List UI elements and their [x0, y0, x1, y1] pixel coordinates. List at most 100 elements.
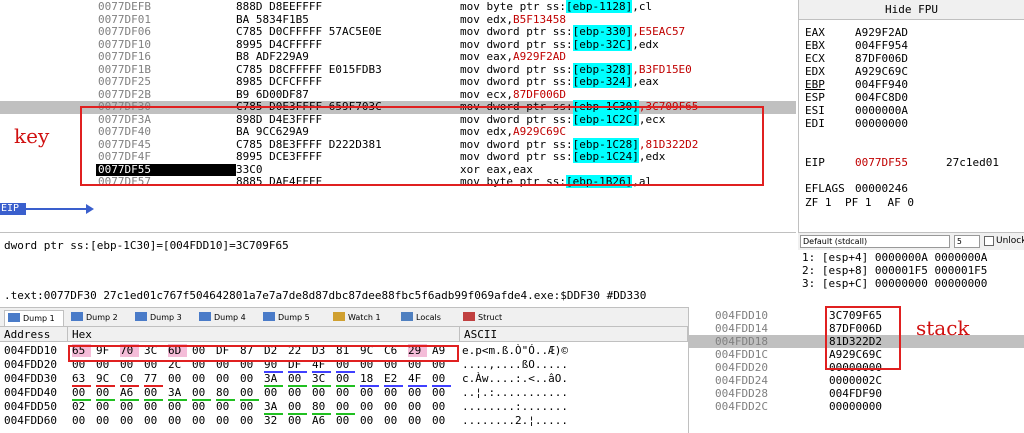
dump-byte[interactable]: 00	[120, 400, 139, 413]
dump-byte[interactable]: 00	[336, 400, 355, 415]
dump-row[interactable]: 004FDD30 63 9C C0 77 00 00 00 00 3A 00 3C 00 18 E2 4F 00…	[0, 372, 688, 387]
dump-byte[interactable]: A6	[120, 386, 139, 401]
dump-byte[interactable]: 00	[264, 386, 283, 399]
tab-dump-8[interactable]: Struct	[460, 310, 510, 326]
tab-dump-1[interactable]: Dump 1	[4, 310, 64, 326]
register-row[interactable]: EBX 004FF954	[805, 39, 908, 52]
stack-row[interactable]: 004FDD2C 00000000	[689, 400, 1024, 413]
register-value[interactable]: 0077DF55	[855, 156, 908, 169]
dump-byte[interactable]: 18	[360, 372, 379, 387]
dump-byte[interactable]: 00	[192, 400, 211, 413]
register-row[interactable]: ESP 004FC8D0	[805, 91, 908, 104]
dump-byte[interactable]: 3A	[168, 386, 187, 401]
register-value[interactable]: 004FF940	[855, 78, 908, 91]
dump-byte[interactable]: C0	[120, 372, 139, 387]
registers-pane[interactable]: Hide FPU EAX A929F2AD EBX 004FF954 ECX 87DF00…	[798, 0, 1024, 232]
dump-byte[interactable]: 80	[216, 386, 235, 401]
argument-row[interactable]: 1: [esp+4] 0000000A 0000000A	[802, 252, 987, 264]
dump-byte[interactable]: 3C	[312, 372, 331, 387]
dump-byte[interactable]: 00	[216, 372, 235, 385]
dump-byte[interactable]: 00	[96, 386, 115, 401]
arg-count-select[interactable]: 5	[954, 235, 980, 248]
stack-row[interactable]: 004FDD24 0000002C	[689, 374, 1024, 387]
dump-byte[interactable]: 00	[168, 414, 187, 427]
register-row[interactable]: EFLAGS 00000246	[805, 182, 908, 195]
dump-byte[interactable]: 00	[288, 400, 307, 415]
dump-byte[interactable]: 00	[408, 400, 427, 413]
dump-byte[interactable]: 00	[360, 414, 379, 427]
dump-byte[interactable]: 00	[240, 372, 259, 385]
dump-byte[interactable]: 4F	[408, 372, 427, 387]
dump-byte[interactable]: 00	[288, 372, 307, 387]
register-value[interactable]: 004FC8D0	[855, 91, 908, 104]
unlock-checkbox[interactable]	[984, 236, 994, 246]
dump-byte[interactable]: 77	[144, 372, 163, 387]
dump-byte[interactable]: 00	[192, 372, 211, 385]
tab-dump-3[interactable]: Dump 3	[132, 310, 192, 326]
arguments-pane[interactable]: 1: [esp+4] 0000000A 0000000A 2: [esp+8] 0…	[798, 250, 1024, 290]
dump-row[interactable]: 004FDD40 00 00 A6 00 3A 00 80 00 00 00 00 00 00 00 00 00…	[0, 386, 688, 401]
register-row[interactable]: EBP 004FF940	[805, 78, 908, 91]
dump-byte[interactable]: 00	[240, 414, 259, 427]
register-row[interactable]: ZF 1 PF 1 AF 0	[805, 196, 914, 209]
dump-row[interactable]: 004FDD60 00 00 00 00 00 00 00 00 32 00 A6 00 00 00 00 00…	[0, 414, 688, 427]
dump-byte[interactable]: 32	[264, 414, 283, 427]
dump-byte[interactable]: 00	[144, 400, 163, 413]
dump-byte[interactable]: 3A	[264, 400, 283, 415]
register-value[interactable]: PF 1	[845, 196, 872, 209]
dump-byte[interactable]: 00	[432, 372, 451, 387]
dump-byte[interactable]: 00	[120, 414, 139, 427]
tab-dump-4[interactable]: Dump 4	[196, 310, 256, 326]
register-row[interactable]: ECX 87DF006D	[805, 52, 908, 65]
register-value[interactable]: A929C69C	[855, 65, 908, 78]
dump-row[interactable]: 004FDD50 02 00 00 00 00 00 00 00 3A 00 80 00 00 00 00 00…	[0, 400, 688, 415]
register-row[interactable]: EDI 00000000	[805, 117, 908, 130]
dump-byte[interactable]: 63	[72, 372, 91, 387]
dump-byte[interactable]: 00	[432, 386, 451, 399]
tab-dump-2[interactable]: Dump 2	[68, 310, 128, 326]
dump-byte[interactable]: 00	[168, 400, 187, 413]
dump-byte[interactable]: 00	[432, 414, 451, 427]
dump-byte[interactable]: 00	[336, 414, 355, 427]
register-value[interactable]: 004FF954	[855, 39, 908, 52]
register-row[interactable]: ESI 0000000A	[805, 104, 908, 117]
dump-byte[interactable]: 00	[384, 400, 403, 413]
dump-byte[interactable]: 00	[216, 400, 235, 413]
calling-convention-select[interactable]: Default (stdcall)	[800, 235, 950, 248]
dump-byte[interactable]: 00	[192, 386, 211, 401]
hex-dump-pane[interactable]: Address Hex ASCII 004FDD10 65 9F 70 3C 6D 00 DF…	[0, 327, 688, 433]
dump-byte[interactable]: 3A	[264, 372, 283, 387]
dump-byte[interactable]: E2	[384, 372, 403, 387]
stack-row[interactable]: 004FDD28 004FDF90	[689, 387, 1024, 400]
dump-byte[interactable]: 02	[72, 400, 91, 413]
register-value[interactable]: A929F2AD	[855, 26, 908, 39]
dump-byte[interactable]: 00	[384, 414, 403, 427]
dump-byte[interactable]: 00	[408, 386, 427, 399]
disasm-row[interactable]: 0077DF25 8985 DCFCFFFF mov dword ptr ss:[e…	[0, 75, 796, 89]
dump-byte[interactable]: 00	[360, 400, 379, 413]
dump-byte[interactable]: 00	[72, 386, 91, 401]
dump-byte[interactable]: 00	[312, 386, 331, 399]
dump-byte[interactable]: 00	[336, 372, 355, 387]
dump-byte[interactable]: 9C	[96, 372, 115, 387]
dump-byte[interactable]: 00	[288, 386, 307, 399]
dump-byte[interactable]: 00	[192, 414, 211, 427]
register-row[interactable]: EDX A929C69C	[805, 65, 908, 78]
dump-byte[interactable]: 00	[96, 400, 115, 413]
dump-byte[interactable]: 00	[96, 414, 115, 427]
dump-byte[interactable]: 00	[432, 400, 451, 413]
dump-byte[interactable]: 00	[240, 386, 259, 401]
register-value[interactable]: 0000000A	[855, 104, 908, 117]
dump-byte[interactable]: 00	[144, 414, 163, 427]
dump-byte[interactable]: 00	[288, 414, 307, 427]
disasm-row[interactable]: 0077DF06 C785 D0CFFFFF 57AC5E0E mov dword …	[0, 25, 796, 39]
dump-byte[interactable]: 00	[408, 414, 427, 427]
register-row[interactable]: EIP 0077DF55 27c1ed01	[805, 156, 999, 169]
register-value[interactable]: 00000000	[855, 117, 908, 130]
dump-byte[interactable]: 00	[168, 372, 187, 385]
disasm-row[interactable]: 0077DEFB 888D D8EEFFFF mov byte ptr ss:[eb…	[0, 0, 796, 14]
argument-row[interactable]: 2: [esp+8] 000001F5 000001F5	[802, 265, 987, 277]
tab-dump-7[interactable]: Locals	[398, 310, 456, 326]
dump-byte[interactable]: A6	[312, 414, 331, 427]
hide-fpu-button[interactable]: Hide FPU	[799, 0, 1024, 20]
